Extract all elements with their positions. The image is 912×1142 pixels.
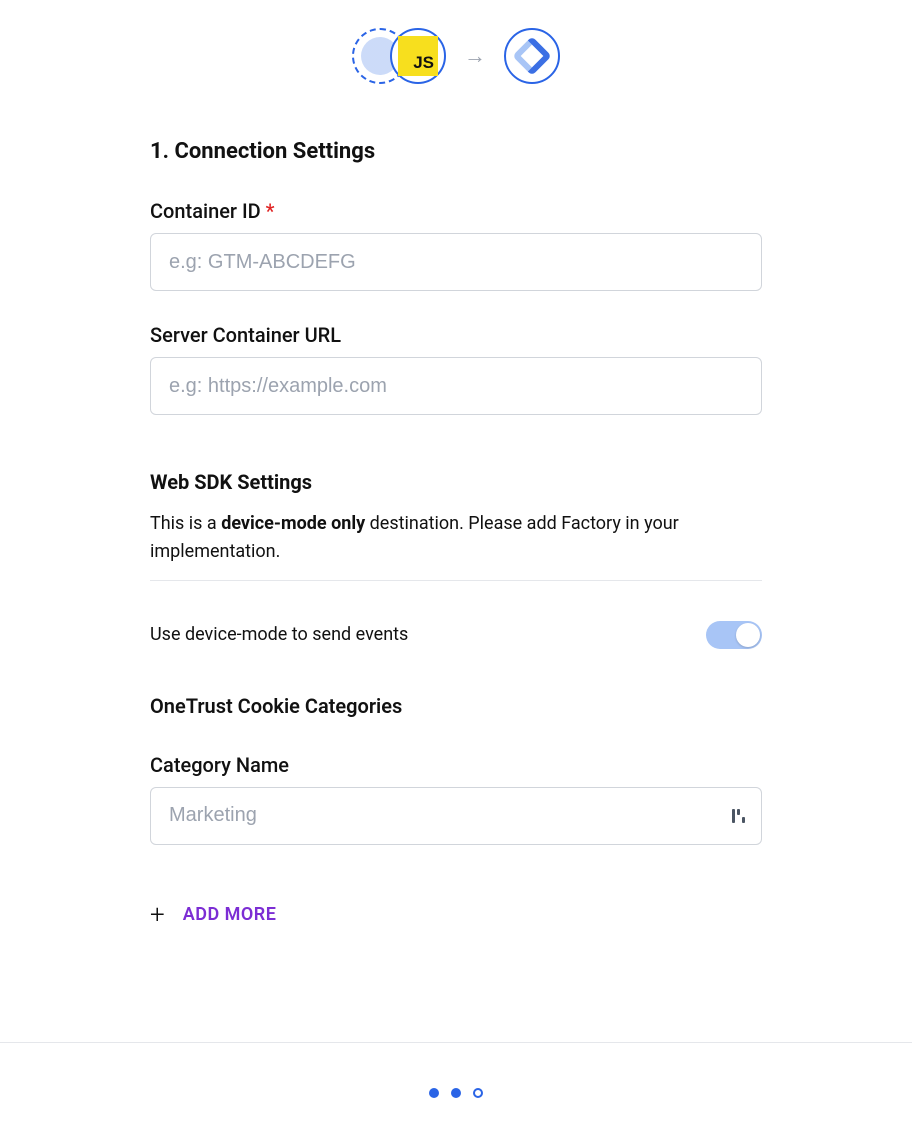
pagination-dot-1[interactable] xyxy=(429,1088,439,1098)
js-badge: JS xyxy=(398,36,438,76)
desc-pre: This is a xyxy=(150,513,221,534)
container-id-label-text: Container ID xyxy=(150,199,261,223)
device-mode-toggle-row: Use device-mode to send events xyxy=(150,621,762,649)
server-url-input[interactable] xyxy=(150,357,762,415)
container-id-input[interactable] xyxy=(150,233,762,291)
web-sdk-description: This is a device-mode only destination. … xyxy=(150,510,762,581)
container-id-label: Container ID * xyxy=(150,199,762,223)
container-id-field-group: Container ID * xyxy=(150,199,762,291)
connection-flow-header: JS → xyxy=(150,28,762,84)
toggle-knob-icon xyxy=(736,623,760,647)
add-more-button[interactable]: + ADD MORE xyxy=(150,900,762,930)
source-js-icon: JS xyxy=(390,28,446,84)
pagination-dot-2[interactable] xyxy=(451,1088,461,1098)
arrow-right-icon: → xyxy=(464,43,486,69)
source-group: JS xyxy=(352,28,446,84)
device-mode-toggle-label: Use device-mode to send events xyxy=(150,624,408,645)
onetrust-heading: OneTrust Cookie Categories xyxy=(150,694,762,718)
desc-bold: device-mode only xyxy=(221,513,365,534)
destination-gtm-icon xyxy=(504,28,560,84)
pagination-dot-3[interactable] xyxy=(473,1088,483,1098)
category-name-field-group: Category Name xyxy=(150,753,762,845)
web-sdk-heading: Web SDK Settings xyxy=(150,470,762,494)
section-heading: 1. Connection Settings xyxy=(150,139,762,164)
server-url-label: Server Container URL xyxy=(150,323,762,347)
add-more-label: ADD MORE xyxy=(183,904,277,925)
required-star-icon: * xyxy=(266,199,275,223)
device-mode-toggle[interactable] xyxy=(706,621,762,649)
category-name-input[interactable] xyxy=(150,787,762,845)
category-name-label: Category Name xyxy=(150,753,762,777)
plus-icon: + xyxy=(150,900,165,930)
web-sdk-section: Web SDK Settings This is a device-mode o… xyxy=(150,470,762,649)
pagination-dots xyxy=(0,1042,912,1142)
server-url-field-group: Server Container URL xyxy=(150,323,762,415)
